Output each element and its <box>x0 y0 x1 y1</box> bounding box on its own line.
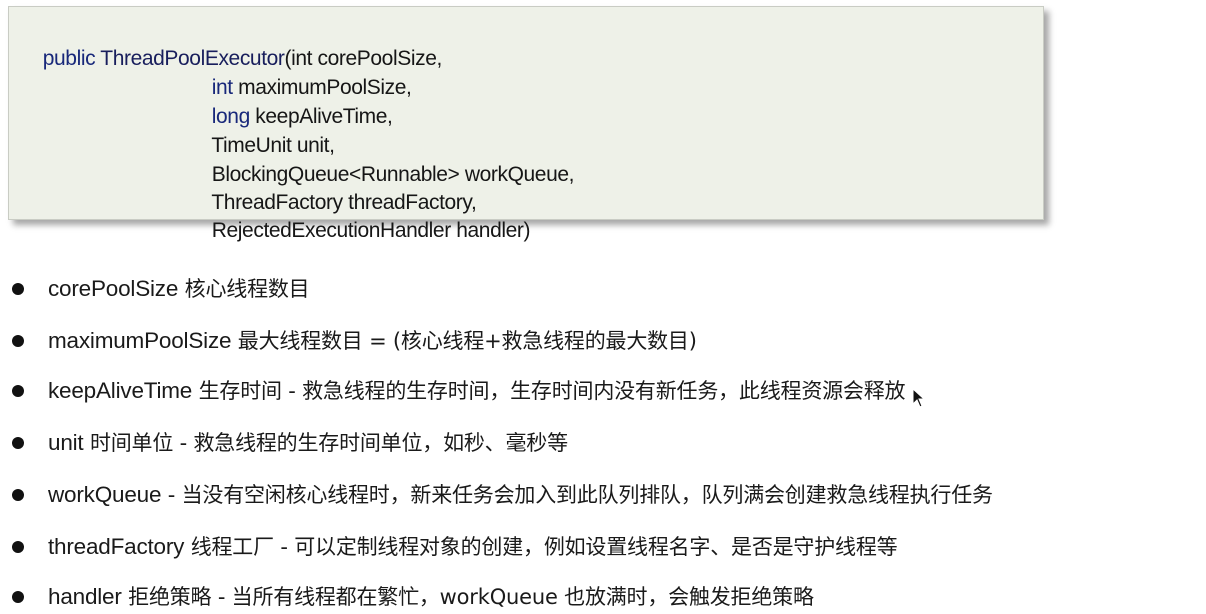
list-item-text: handler 拒绝策略 - 当所有线程都在繁忙，workQueue 也放满时，… <box>48 582 814 612</box>
param-description: 时间单位 - 救急线程的生存时间单位，如秒、毫秒等 <box>83 431 568 455</box>
param-name: workQueue <box>48 482 162 507</box>
list-item-text: maximumPoolSize 最大线程数目 = (核心线程+救急线程的最大数目… <box>48 326 697 356</box>
param-description: - 当没有空闲核心线程时，新来任务会加入到此队列排队，队列满会创建救急线程执行任… <box>161 483 993 507</box>
bullet-dot <box>12 283 24 295</box>
list-item: maximumPoolSize 最大线程数目 = (核心线程+救急线程的最大数目… <box>0 320 1206 360</box>
param-description: 拒绝策略 - 当所有线程都在繁忙，workQueue 也放满时，会触发拒绝策略 <box>121 585 814 609</box>
list-item-text: threadFactory 线程工厂 - 可以定制线程对象的创建，例如设置线程名… <box>48 532 898 562</box>
code-text: RejectedExecutionHandler handler) <box>211 219 531 242</box>
list-item: workQueue - 当没有空闲核心线程时，新来任务会加入到此队列排队，队列满… <box>0 474 1206 514</box>
bullet-dot <box>12 541 24 553</box>
list-item: unit 时间单位 - 救急线程的生存时间单位，如秒、毫秒等 <box>0 422 1206 462</box>
code-line-7: RejectedExecutionHandler handler) <box>190 189 531 273</box>
bullet-dot <box>12 335 24 347</box>
param-description: 线程工厂 - 可以定制线程对象的创建，例如设置线程名字、是否是守护线程等 <box>184 535 898 559</box>
bullet-dot <box>12 385 24 397</box>
code-keyword: public <box>42 47 101 70</box>
param-name: corePoolSize <box>48 276 179 301</box>
list-item-text: keepAliveTime 生存时间 - 救急线程的生存时间，生存时间内没有新任… <box>48 376 906 406</box>
code-snippet-box: public ThreadPoolExecutor(int corePoolSi… <box>8 6 1044 242</box>
list-item: keepAliveTime 生存时间 - 救急线程的生存时间，生存时间内没有新任… <box>0 370 1206 410</box>
param-name: unit <box>48 430 84 455</box>
param-description: 核心线程数目 <box>178 277 310 301</box>
list-item: threadFactory 线程工厂 - 可以定制线程对象的创建，例如设置线程名… <box>0 526 1206 566</box>
param-name: maximumPoolSize <box>48 328 232 353</box>
bullet-dot <box>12 489 24 501</box>
list-item: corePoolSize 核心线程数目 <box>0 268 1206 308</box>
param-description: 生存时间 - 救急线程的生存时间，生存时间内没有新任务，此线程资源会释放 <box>192 379 906 403</box>
list-item-text: unit 时间单位 - 救急线程的生存时间单位，如秒、毫秒等 <box>48 428 568 458</box>
param-name: threadFactory <box>48 534 185 559</box>
param-name: keepAliveTime <box>48 378 193 403</box>
list-item: handler 拒绝策略 - 当所有线程都在繁忙，workQueue 也放满时，… <box>0 576 1206 614</box>
param-name: handler <box>48 584 122 609</box>
bullet-dot <box>12 591 24 603</box>
param-description: 最大线程数目 = (核心线程+救急线程的最大数目) <box>231 329 697 353</box>
list-item-text: corePoolSize 核心线程数目 <box>48 274 310 304</box>
list-item-text: workQueue - 当没有空闲核心线程时，新来任务会加入到此队列排队，队列满… <box>48 480 993 510</box>
bullet-dot <box>12 437 24 449</box>
